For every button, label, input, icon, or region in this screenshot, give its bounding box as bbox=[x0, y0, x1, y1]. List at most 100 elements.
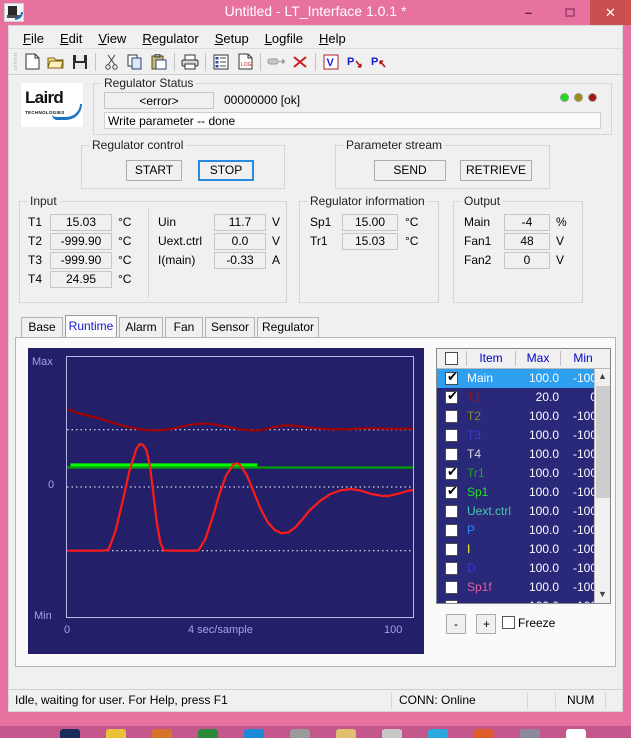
row-item-label: I bbox=[467, 542, 471, 556]
menu-item-logfile[interactable]: Logfile bbox=[257, 29, 311, 48]
row-checkbox[interactable] bbox=[445, 524, 458, 537]
row-checkbox[interactable] bbox=[445, 600, 458, 603]
row-min-value: -100.0 bbox=[572, 580, 594, 594]
tab-runtime[interactable]: Runtime bbox=[65, 315, 117, 337]
menu-item-regulator[interactable]: Regulator bbox=[134, 29, 206, 48]
maximize-button[interactable] bbox=[549, 0, 590, 25]
field-label-tr1: Tr1 bbox=[310, 234, 328, 248]
connect-icon[interactable] bbox=[264, 51, 288, 73]
row-checkbox[interactable] bbox=[445, 581, 458, 594]
menu-item-view[interactable]: View bbox=[90, 29, 134, 48]
table-row[interactable]: T2 100.0 -100.0 bbox=[437, 407, 594, 426]
column-header-item[interactable]: Item bbox=[467, 349, 515, 368]
scroll-down-button[interactable]: ▼ bbox=[595, 587, 610, 603]
row-checkbox[interactable] bbox=[445, 410, 458, 423]
scrollbar-thumb[interactable] bbox=[596, 386, 610, 498]
input-label: Input bbox=[27, 194, 60, 208]
taskbar-app-icon[interactable] bbox=[106, 729, 126, 738]
taskbar-app-icon[interactable] bbox=[244, 729, 264, 738]
table-row[interactable]: ✔ Tr1 100.0 -100.0 bbox=[437, 464, 594, 483]
taskbar-app-icon[interactable] bbox=[336, 729, 356, 738]
row-max-value: 100.0 bbox=[528, 447, 559, 461]
zoom-out-button[interactable]: - bbox=[446, 614, 466, 634]
list-icon[interactable] bbox=[209, 51, 233, 73]
cut-icon[interactable] bbox=[99, 51, 123, 73]
row-min-value: 0.0 bbox=[563, 390, 594, 404]
taskbar-app-icon[interactable] bbox=[566, 729, 586, 738]
table-row[interactable]: T3 100.0 -100.0 bbox=[437, 426, 594, 445]
param-up-icon[interactable]: P bbox=[367, 51, 391, 73]
table-row[interactable]: P 100.0 -100.0 bbox=[437, 521, 594, 540]
table-row[interactable]: ✔ T1 20.0 0.0 bbox=[437, 388, 594, 407]
table-row[interactable]: Uext.ctrl 100.0 -100.0 bbox=[437, 502, 594, 521]
select-all-checkbox[interactable] bbox=[445, 352, 458, 365]
taskbar-app-icon[interactable] bbox=[382, 729, 402, 738]
send-button[interactable]: SEND bbox=[374, 160, 446, 181]
column-header-min[interactable]: Min bbox=[561, 349, 605, 368]
menu-item-edit[interactable]: Edit bbox=[52, 29, 90, 48]
windows-taskbar[interactable] bbox=[0, 726, 631, 738]
table-row[interactable]: ✔ Main 100.0 -100.0 bbox=[437, 369, 594, 388]
logo-swoosh-icon bbox=[52, 104, 82, 120]
print-icon[interactable] bbox=[178, 51, 202, 73]
taskbar-app-icon[interactable] bbox=[290, 729, 310, 738]
param-down-icon[interactable]: P bbox=[343, 51, 367, 73]
taskbar-app-icon[interactable] bbox=[60, 729, 80, 738]
value-icon[interactable]: V bbox=[319, 51, 343, 73]
menu-item-file[interactable]: File bbox=[15, 29, 52, 48]
open-icon[interactable] bbox=[44, 51, 68, 73]
row-checkbox[interactable]: ✔ bbox=[445, 484, 458, 499]
menu-item-help[interactable]: Help bbox=[311, 29, 354, 48]
freeze-control[interactable]: Freeze bbox=[502, 616, 555, 630]
taskbar-app-icon[interactable] bbox=[428, 729, 448, 738]
stop-button[interactable]: STOP bbox=[198, 160, 254, 181]
check-icon: ✔ bbox=[447, 464, 458, 479]
table-row[interactable]: D 100.0 -100.0 bbox=[437, 559, 594, 578]
row-checkbox[interactable] bbox=[445, 562, 458, 575]
chart-xtick-start: 0 bbox=[64, 624, 71, 636]
table-scrollbar[interactable]: ▲ ▼ bbox=[594, 369, 610, 603]
toolbar-separator bbox=[315, 52, 316, 71]
column-header-max[interactable]: Max bbox=[516, 349, 560, 368]
row-checkbox[interactable] bbox=[445, 448, 458, 461]
table-row[interactable]: Sp1f 100.0 -100.0 bbox=[437, 578, 594, 597]
field-value-fan2: 0 bbox=[504, 252, 550, 269]
scroll-up-button[interactable]: ▲ bbox=[595, 369, 610, 385]
taskbar-app-icon[interactable] bbox=[474, 729, 494, 738]
tab-base[interactable]: Base bbox=[21, 317, 63, 337]
save-icon[interactable] bbox=[68, 51, 92, 73]
taskbar-app-icon[interactable] bbox=[198, 729, 218, 738]
tab-regulator[interactable]: Regulator bbox=[257, 317, 319, 337]
tab-sensor[interactable]: Sensor bbox=[205, 317, 255, 337]
logfile-icon[interactable]: LOG bbox=[233, 51, 257, 73]
row-checkbox[interactable] bbox=[445, 543, 458, 556]
table-row[interactable]: e 100.0 -100.0 bbox=[437, 597, 594, 603]
minimize-button[interactable]: – bbox=[508, 0, 549, 25]
table-row[interactable]: T4 100.0 -100.0 bbox=[437, 445, 594, 464]
retrieve-button[interactable]: RETRIEVE bbox=[460, 160, 532, 181]
new-icon[interactable] bbox=[20, 51, 44, 73]
copy-icon[interactable] bbox=[123, 51, 147, 73]
menu-item-setup[interactable]: Setup bbox=[207, 29, 257, 48]
zoom-in-button[interactable]: + bbox=[476, 614, 497, 634]
table-row[interactable]: ✔ Sp1 100.0 -100.0 bbox=[437, 483, 594, 502]
field-unit-t3: °C bbox=[118, 253, 132, 267]
tab-alarm[interactable]: Alarm bbox=[119, 317, 163, 337]
row-checkbox[interactable] bbox=[445, 429, 458, 442]
table-row[interactable]: I 100.0 -100.0 bbox=[437, 540, 594, 559]
tab-fan[interactable]: Fan bbox=[165, 317, 203, 337]
row-checkbox[interactable] bbox=[445, 505, 458, 518]
taskbar-app-icon[interactable] bbox=[152, 729, 172, 738]
paste-icon[interactable] bbox=[147, 51, 171, 73]
close-button[interactable]: ✕ bbox=[590, 0, 631, 25]
freeze-label: Freeze bbox=[518, 616, 556, 630]
row-checkbox[interactable]: ✔ bbox=[445, 370, 458, 385]
row-max-value: 100.0 bbox=[528, 580, 559, 594]
freeze-checkbox[interactable] bbox=[502, 616, 515, 629]
row-checkbox[interactable]: ✔ bbox=[445, 389, 458, 404]
row-checkbox[interactable]: ✔ bbox=[445, 464, 458, 480]
start-button[interactable]: START bbox=[126, 160, 182, 181]
toolbar-grip[interactable] bbox=[14, 52, 17, 71]
disconnect-icon[interactable] bbox=[288, 51, 312, 73]
taskbar-app-icon[interactable] bbox=[520, 729, 540, 738]
